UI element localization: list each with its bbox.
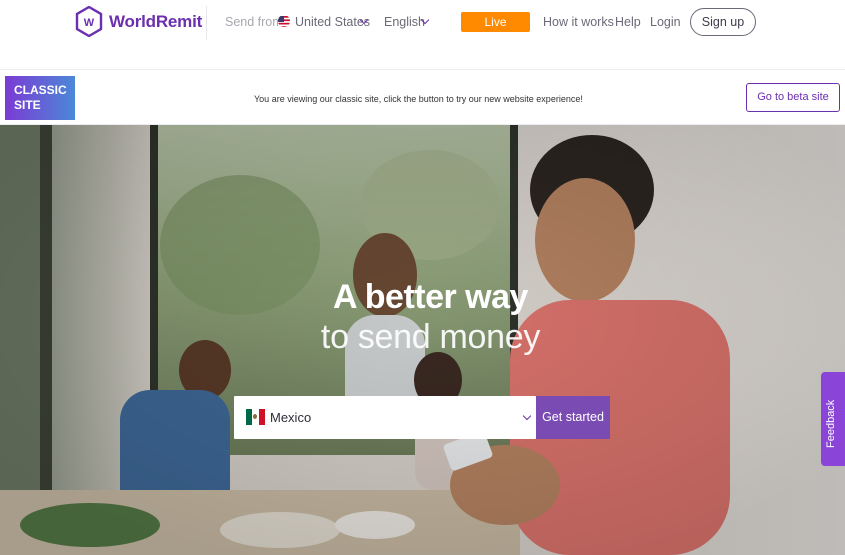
us-flag-icon	[278, 15, 290, 27]
destination-country-label: Mexico	[270, 410, 312, 425]
classic-badge-line2: SITE	[14, 98, 41, 112]
chevron-down-icon	[522, 411, 532, 421]
feedback-tab[interactable]: Feedback	[821, 372, 845, 466]
worldremit-logo[interactable]: W WorldRemit	[75, 6, 202, 37]
nav-help[interactable]: Help	[615, 15, 641, 29]
language-select[interactable]: English	[384, 15, 425, 29]
nav-how-it-works[interactable]: How it works	[543, 15, 614, 29]
banner-message: You are viewing our classic site, click …	[254, 94, 583, 104]
classic-site-badge: CLASSIC SITE	[5, 76, 75, 120]
top-header: W WorldRemit Send from: United States En…	[0, 0, 845, 49]
send-from-country-select[interactable]: United States	[295, 15, 370, 29]
nav-login[interactable]: Login	[650, 15, 681, 29]
live-updates-button[interactable]: Live Updates	[461, 12, 530, 49]
mexico-flag-icon	[246, 409, 265, 425]
worldremit-logo-icon: W	[75, 6, 103, 37]
logo-text: WorldRemit	[109, 11, 203, 31]
classic-badge-line1: CLASSIC	[14, 83, 67, 97]
svg-text:W: W	[84, 17, 95, 29]
destination-country-select[interactable]: Mexico	[234, 396, 536, 439]
header-divider	[206, 6, 207, 40]
hero-section: A better way to send money Mexico Get st…	[0, 125, 845, 555]
go-to-beta-button[interactable]: Go to beta site	[746, 83, 840, 112]
classic-site-banner: CLASSIC SITE You are viewing our classic…	[0, 69, 845, 125]
feedback-label: Feedback	[825, 399, 837, 448]
send-from-label: Send from:	[225, 15, 287, 29]
hero-headline: A better way	[333, 278, 528, 316]
hero-subheadline: to send money	[320, 318, 541, 356]
get-started-button[interactable]: Get started	[536, 396, 610, 439]
sign-up-button[interactable]: Sign up	[690, 8, 756, 36]
